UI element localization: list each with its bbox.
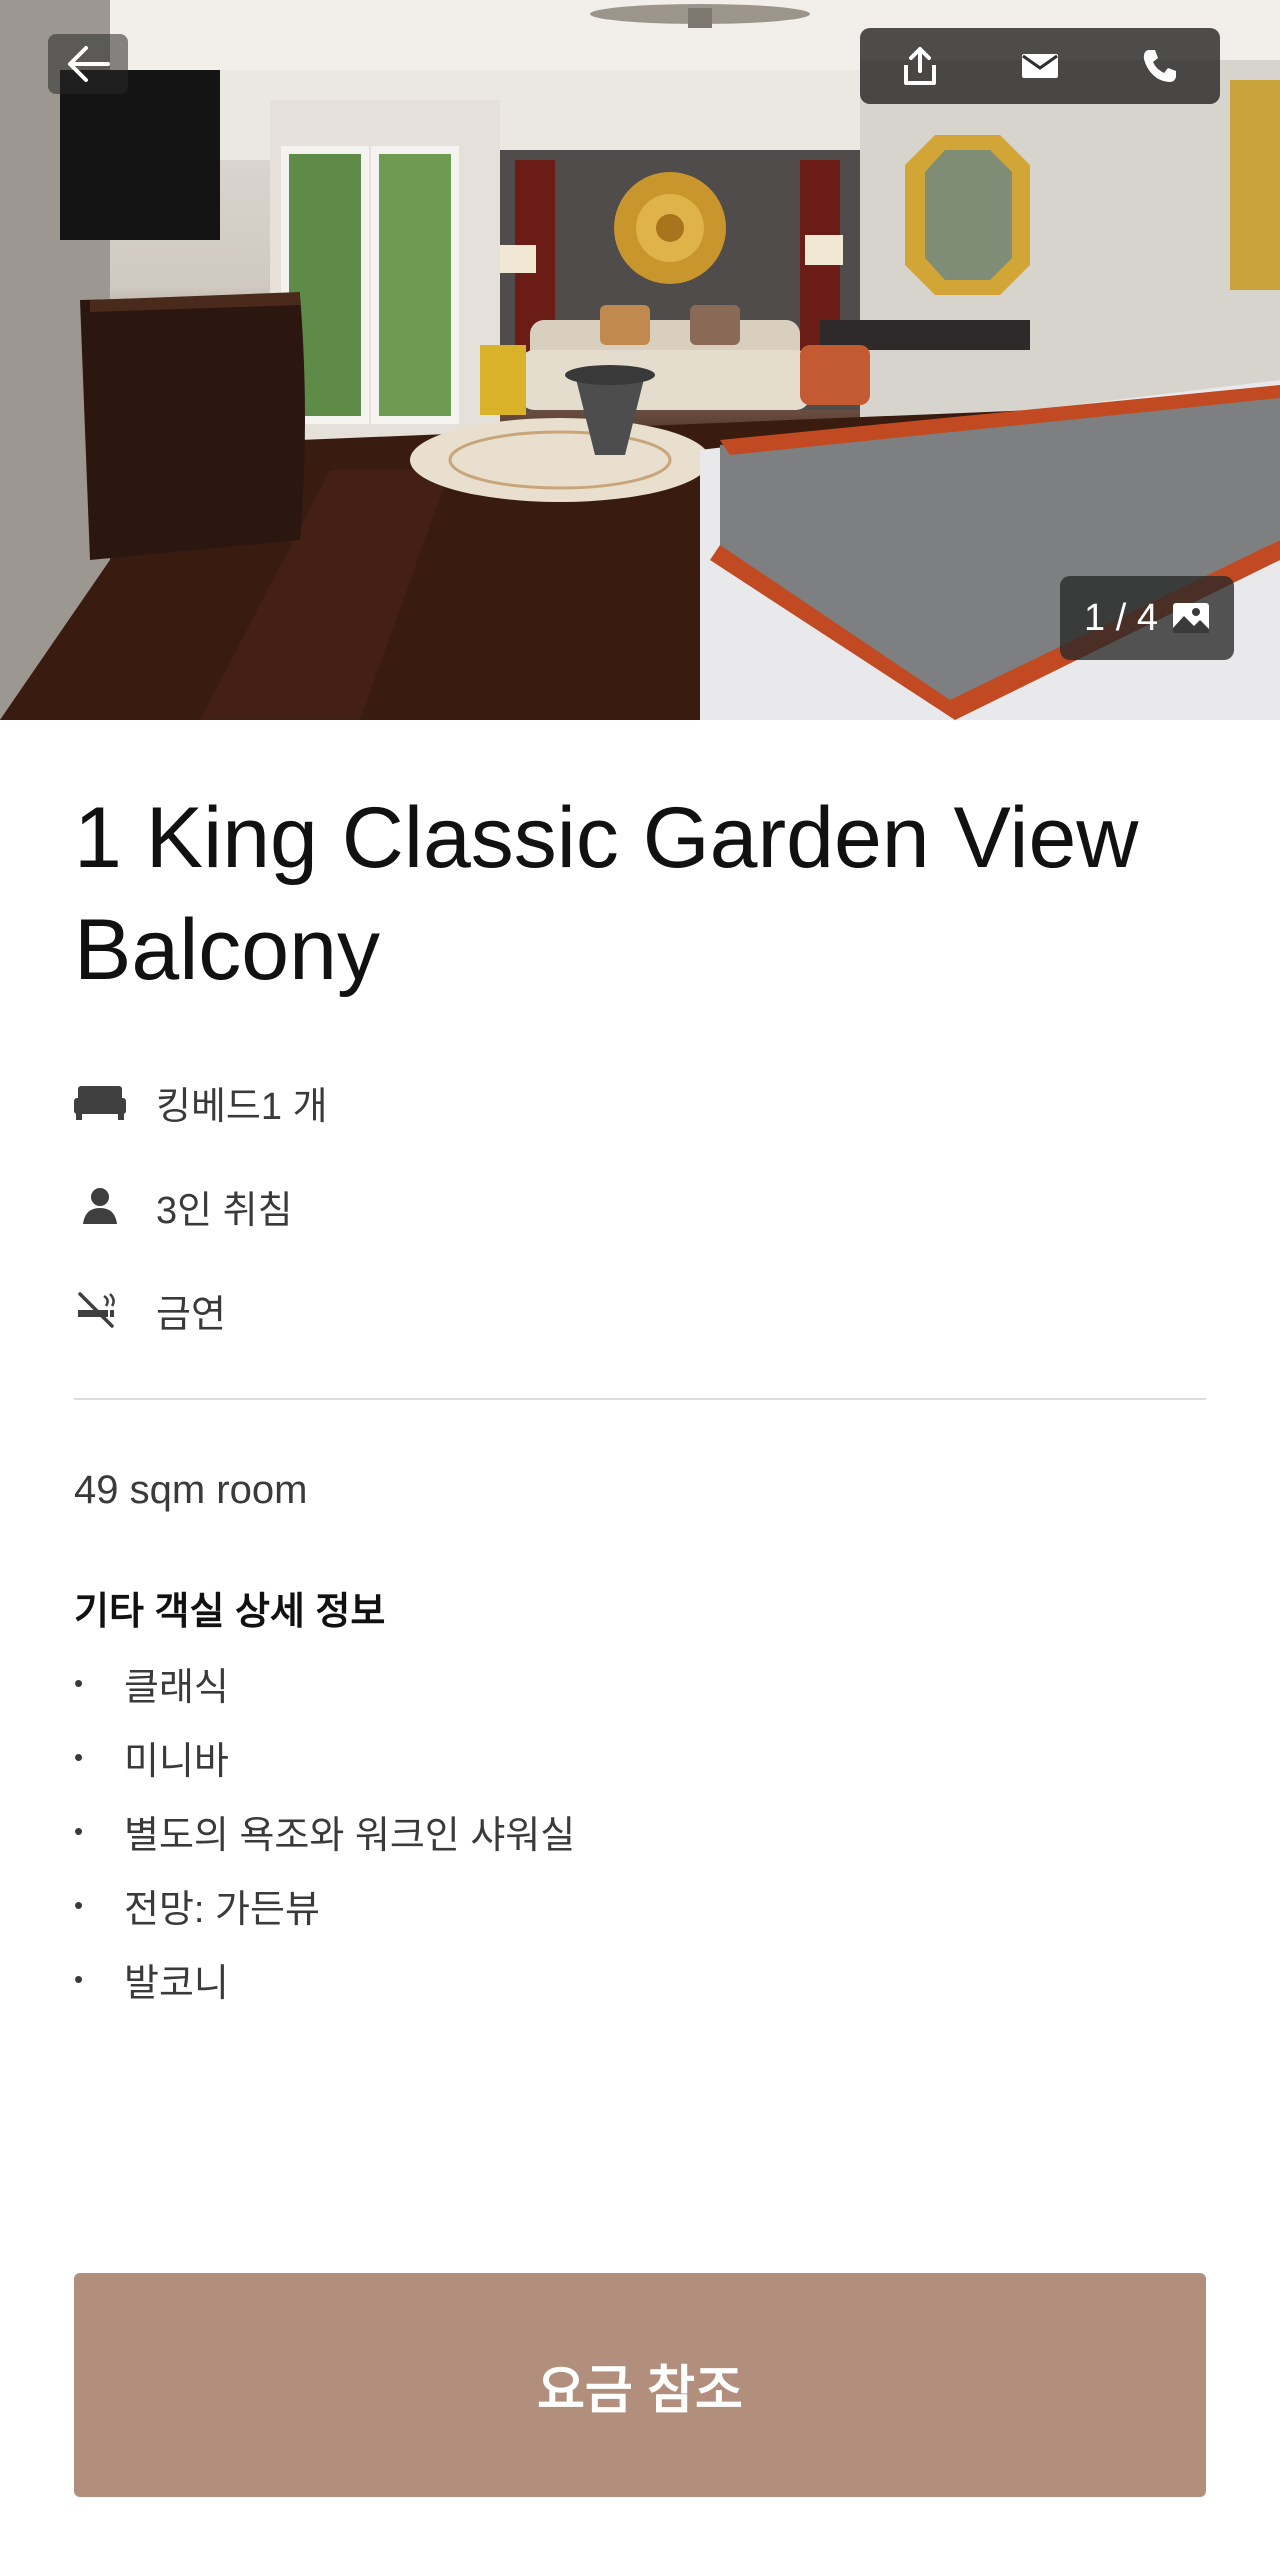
list-item: • 미니바 (74, 1740, 229, 1783)
feature-smoking-label: 금연 (156, 1293, 226, 1336)
gallery-icon (1172, 603, 1209, 633)
mail-icon (1022, 54, 1058, 78)
header-actions (860, 28, 1220, 104)
list-item: • 발코니 (74, 1962, 229, 2005)
bullet-icon: • (74, 1667, 84, 1698)
feature-occupancy-label: 3인 취침 (156, 1189, 293, 1232)
room-photo[interactable]: 1 / 4 (0, 0, 1280, 720)
see-rates-button[interactable]: 요금 참조 (74, 2273, 1206, 2497)
bed-icon (74, 1075, 128, 1129)
photo-counter[interactable]: 1 / 4 (1060, 576, 1234, 660)
feature-bed: 킹베드1 개 (74, 1072, 328, 1132)
photo-counter-label: 1 / 4 (1084, 596, 1158, 639)
feature-bed-label: 킹베드1 개 (156, 1085, 328, 1128)
bullet-icon: • (74, 1815, 84, 1846)
call-button[interactable] (1120, 28, 1200, 104)
details-list: • 클래식 • 미니바 • 별도의 욕조와 워크인 샤워실 • 전망: 가든뷰 • 발코니 (74, 1646, 575, 2016)
share-button[interactable] (880, 28, 960, 104)
list-item: • 클래식 (74, 1666, 229, 1709)
person-icon (74, 1179, 128, 1233)
bullet-icon: • (74, 1741, 84, 1772)
list-item: • 별도의 욕조와 워크인 샤워실 (74, 1814, 576, 1857)
feature-smoking: 금연 (74, 1280, 226, 1340)
arrow-left-icon (68, 46, 110, 82)
back-button[interactable] (48, 34, 128, 94)
list-item: • 전망: 가든뷰 (74, 1888, 320, 1931)
email-button[interactable] (1000, 28, 1080, 104)
room-title: 1 King Classic Garden View Balcony (74, 790, 1139, 998)
no-smoking-icon (74, 1283, 128, 1337)
bullet-icon: • (74, 1889, 84, 1920)
details-heading: 기타 객실 상세 정보 (74, 1591, 386, 1633)
feature-occupancy: 3인 취침 (74, 1176, 293, 1236)
bullet-icon: • (74, 1963, 84, 1994)
section-divider (74, 1398, 1206, 1400)
share-icon (904, 47, 936, 85)
phone-icon (1143, 50, 1176, 82)
room-size: 49 sqm room (74, 1468, 308, 1512)
